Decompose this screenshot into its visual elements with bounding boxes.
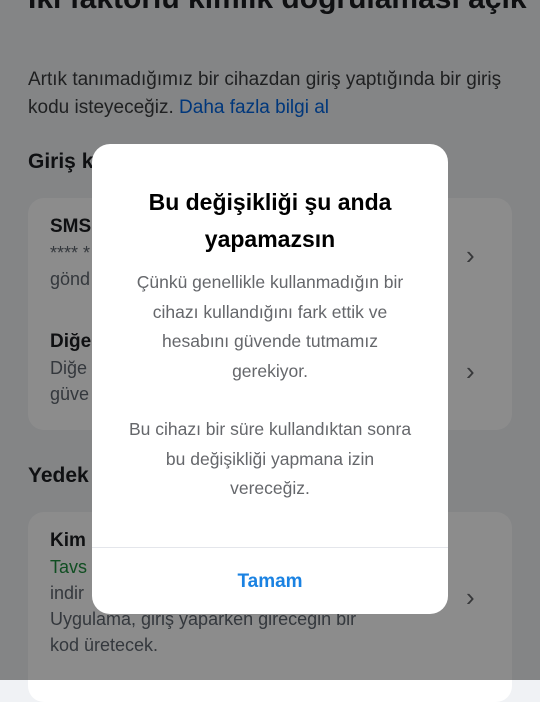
dialog-title: Bu değişikliği şu anda yapamazsın xyxy=(148,189,392,252)
dialog-body-paragraph-2: Bu cihazı bir süre kullandıktan sonra bu… xyxy=(128,419,412,498)
dialog-body-paragraph-1: Çünkü genellikle kullanmadığın bir cihaz… xyxy=(136,272,404,381)
dialog-body: Çünkü genellikle kullanmadığın bir cihaz… xyxy=(128,268,412,504)
ok-button[interactable]: Tamam xyxy=(92,548,448,614)
cannot-change-dialog: Bu değişikliği şu anda yapamazsın Çünkü … xyxy=(92,144,448,614)
